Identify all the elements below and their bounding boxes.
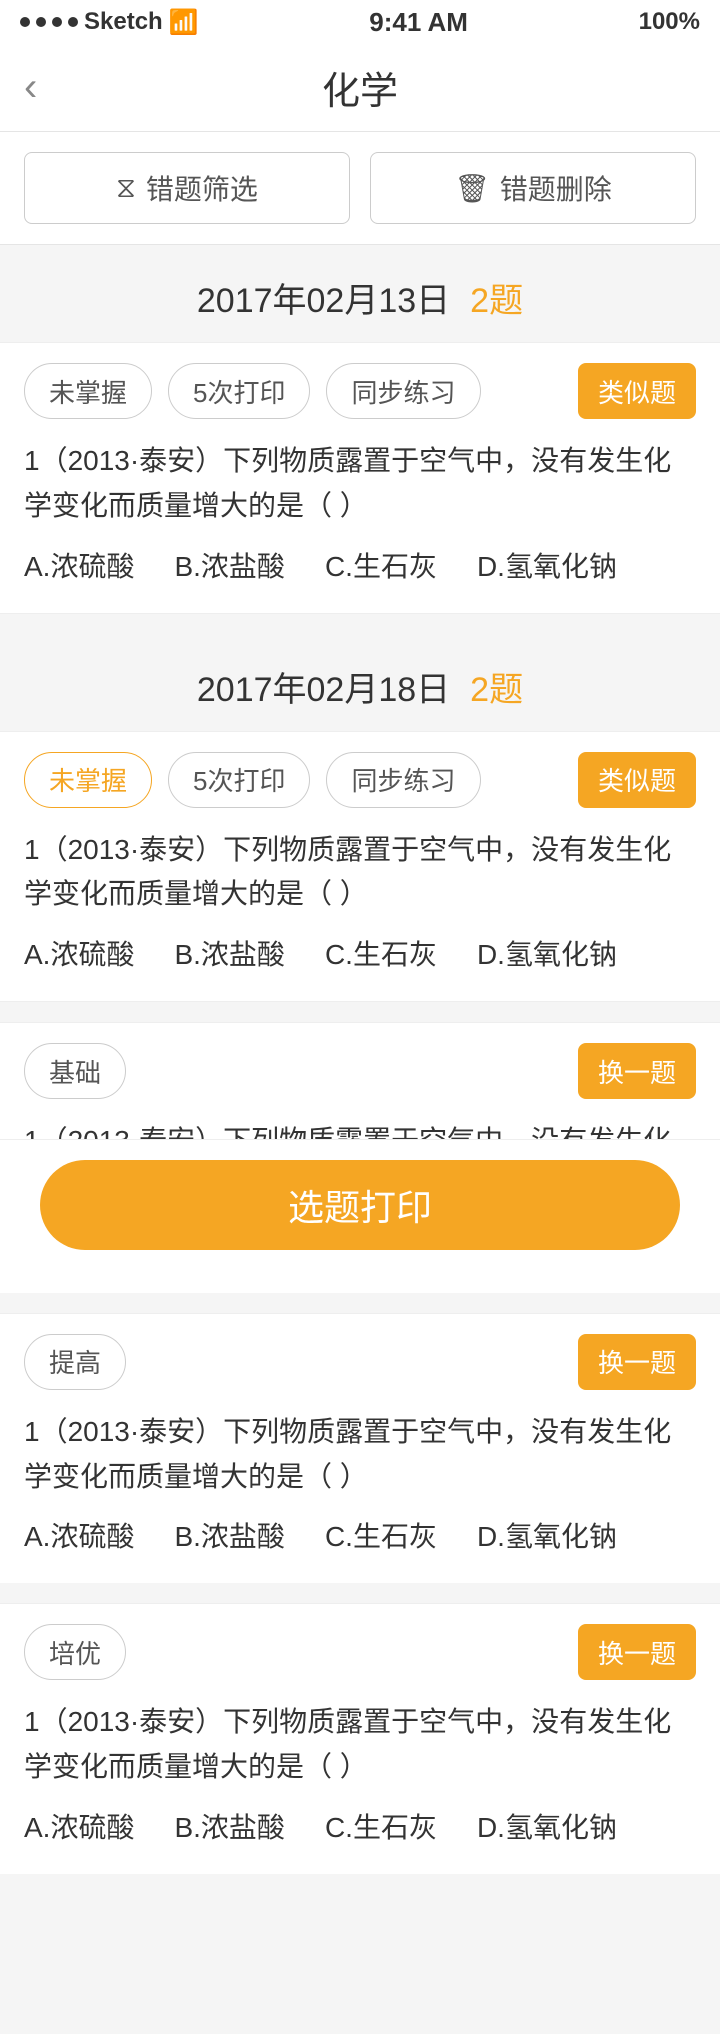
level-tag-elite: 培优 — [24, 1624, 126, 1680]
option-d-2: D.氢氧化钠 — [477, 933, 617, 973]
delete-button[interactable]: 🗑 错题删除 — [370, 152, 696, 224]
question-text-2: 1（2013·泰安）下列物质露置于空气中，没有发生化学变化而质量增大的是（ ） — [24, 828, 696, 918]
toolbar: ⧖ 错题筛选 🗑 错题删除 — [0, 132, 720, 245]
sub-option-c-advanced: C.生石灰 — [325, 1515, 437, 1555]
sub-divider-3 — [0, 1583, 720, 1603]
date-header-1: 2017年02月13日 2题 — [0, 245, 720, 342]
option-b-2: B.浓盐酸 — [174, 933, 284, 973]
sub-option-c-elite: C.生石灰 — [325, 1806, 437, 1846]
level-tag-advanced: 提高 — [24, 1334, 126, 1390]
sub-option-d-elite: D.氢氧化钠 — [477, 1806, 617, 1846]
option-a-2: A.浓硫酸 — [24, 933, 134, 973]
sub-option-a-elite: A.浓硫酸 — [24, 1806, 134, 1846]
change-btn-basic[interactable]: 换一题 — [578, 1043, 696, 1099]
status-left: Sketch 📶 — [20, 8, 199, 37]
wifi-icon: 📶 — [169, 8, 199, 37]
sub-question-options-advanced: A.浓硫酸 B.浓盐酸 C.生石灰 D.氢氧化钠 — [24, 1515, 696, 1555]
sub-divider-1 — [0, 1002, 720, 1022]
page-title: 化学 — [322, 60, 398, 115]
sub-action-row-elite: 培优 换一题 — [24, 1624, 696, 1680]
question-options-1: A.浓硫酸 B.浓盐酸 C.生石灰 D.氢氧化钠 — [24, 545, 696, 585]
signal-dot — [68, 17, 78, 27]
question-count-2: 2题 — [470, 662, 523, 711]
date-section-1: 2017年02月13日 2题 未掌握 5次打印 同步练习 类似题 1（2013·… — [0, 245, 720, 614]
question-count-1: 2题 — [470, 273, 523, 322]
option-d-1: D.氢氧化钠 — [477, 545, 617, 585]
similar-btn-2[interactable]: 类似题 — [578, 752, 696, 808]
print-btn-1[interactable]: 5次打印 — [168, 363, 310, 419]
action-row-2: 未掌握 5次打印 同步练习 类似题 — [24, 752, 696, 808]
sub-section-elite: 培优 换一题 1（2013·泰安）下列物质露置于空气中，没有发生化学变化而质量增… — [0, 1603, 720, 1874]
back-button[interactable]: ‹ — [24, 65, 37, 110]
option-c-1: C.生石灰 — [325, 545, 437, 585]
question-options-2: A.浓硫酸 B.浓盐酸 C.生石灰 D.氢氧化钠 — [24, 933, 696, 973]
print-btn-2[interactable]: 5次打印 — [168, 752, 310, 808]
section-divider-1 — [0, 614, 720, 634]
sub-option-d-advanced: D.氢氧化钠 — [477, 1515, 617, 1555]
question-card-2: 未掌握 5次打印 同步练习 类似题 1（2013·泰安）下列物质露置于空气中，没… — [0, 731, 720, 1003]
delete-label: 错题删除 — [500, 168, 612, 208]
similar-btn-1[interactable]: 类似题 — [578, 363, 696, 419]
filter-icon: ⧖ — [116, 172, 136, 205]
status-bar: Sketch 📶 9:41 AM 100% — [0, 0, 720, 44]
battery-label: 100% — [639, 8, 700, 36]
sub-action-row-basic: 基础 换一题 — [24, 1043, 696, 1099]
action-row-1: 未掌握 5次打印 同步练习 类似题 — [24, 363, 696, 419]
question-card-1: 未掌握 5次打印 同步练习 类似题 1（2013·泰安）下列物质露置于空气中，没… — [0, 342, 720, 614]
date-header-2: 2017年02月18日 2题 — [0, 634, 720, 731]
change-btn-advanced[interactable]: 换一题 — [578, 1334, 696, 1390]
status-time: 9:41 AM — [369, 7, 468, 38]
filter-label: 错题筛选 — [146, 168, 258, 208]
nav-bar: ‹ 化学 — [0, 44, 720, 132]
sub-option-b-advanced: B.浓盐酸 — [174, 1515, 284, 1555]
signal-dot — [52, 17, 62, 27]
signal-dot — [20, 17, 30, 27]
bottom-bar: 选题打印 — [0, 1139, 720, 1280]
date-text-2: 2017年02月18日 — [197, 662, 450, 711]
sub-section-advanced: 提高 换一题 1（2013·泰安）下列物质露置于空气中，没有发生化学变化而质量增… — [0, 1313, 720, 1584]
print-button[interactable]: 选题打印 — [40, 1160, 680, 1250]
signal-dot — [36, 17, 46, 27]
sub-question-options-elite: A.浓硫酸 B.浓盐酸 C.生石灰 D.氢氧化钠 — [24, 1806, 696, 1846]
sub-action-row-advanced: 提高 换一题 — [24, 1334, 696, 1390]
change-btn-elite[interactable]: 换一题 — [578, 1624, 696, 1680]
delete-icon: 🗑 — [454, 172, 490, 205]
option-a-1: A.浓硫酸 — [24, 545, 134, 585]
sub-divider-2 — [0, 1293, 720, 1313]
network-label: Sketch — [84, 8, 163, 36]
sync-btn-2[interactable]: 同步练习 — [326, 752, 480, 808]
sub-option-b-elite: B.浓盐酸 — [174, 1806, 284, 1846]
not-mastered-btn-2[interactable]: 未掌握 — [24, 752, 152, 808]
sub-question-text-elite: 1（2013·泰安）下列物质露置于空气中，没有发生化学变化而质量增大的是（ ） — [24, 1700, 696, 1790]
question-text-1: 1（2013·泰安）下列物质露置于空气中，没有发生化学变化而质量增大的是（ ） — [24, 439, 696, 529]
level-tag-basic: 基础 — [24, 1043, 126, 1099]
sync-btn-1[interactable]: 同步练习 — [326, 363, 480, 419]
not-mastered-btn-1[interactable]: 未掌握 — [24, 363, 152, 419]
sub-question-text-advanced: 1（2013·泰安）下列物质露置于空气中，没有发生化学变化而质量增大的是（ ） — [24, 1410, 696, 1500]
option-b-1: B.浓盐酸 — [174, 545, 284, 585]
date-text-1: 2017年02月13日 — [197, 273, 450, 322]
sub-option-a-advanced: A.浓硫酸 — [24, 1515, 134, 1555]
filter-button[interactable]: ⧖ 错题筛选 — [24, 152, 350, 224]
option-c-2: C.生石灰 — [325, 933, 437, 973]
